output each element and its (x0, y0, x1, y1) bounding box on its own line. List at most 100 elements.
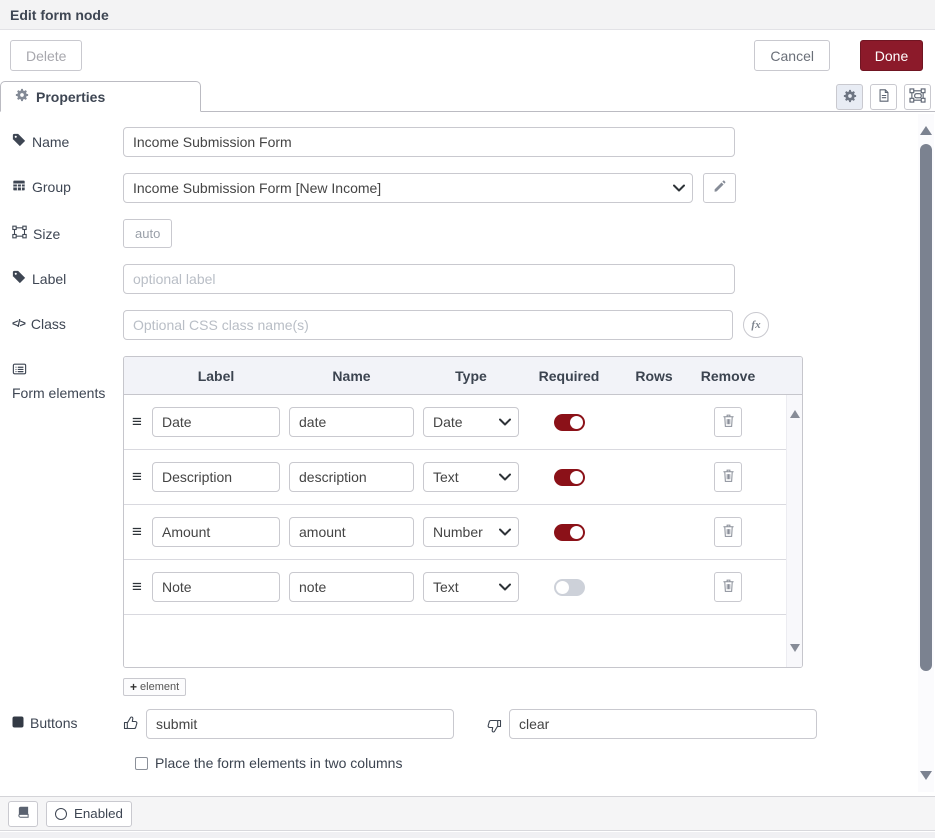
column-header-remove: Remove (689, 368, 767, 384)
enabled-toggle-button[interactable]: Enabled (46, 801, 132, 827)
submit-button-input[interactable] (146, 709, 454, 739)
element-name-input[interactable] (289, 572, 414, 602)
element-type-select[interactable]: Text (423, 462, 519, 492)
name-row: Name (12, 127, 935, 157)
class-input[interactable] (123, 310, 733, 340)
tab-properties-label: Properties (36, 89, 105, 105)
class-row: </> Class fx (12, 310, 935, 340)
clear-button-input[interactable] (509, 709, 817, 739)
two-columns-row: Place the form elements in two columns (135, 755, 935, 771)
trash-icon (722, 578, 735, 596)
trash-icon (722, 523, 735, 541)
dialog-content: Name Group Income Submission Form [New I… (0, 112, 935, 796)
name-input[interactable] (123, 127, 735, 157)
size-frame-icon (12, 225, 27, 242)
code-icon: </> (12, 318, 25, 330)
tab-properties[interactable]: Properties (0, 81, 201, 112)
size-label: Size (12, 219, 123, 242)
list-alt-icon (12, 362, 27, 379)
group-row: Group Income Submission Form [New Income… (12, 173, 935, 203)
drag-handle-icon[interactable]: ≡ (132, 522, 152, 542)
element-name-input[interactable] (289, 517, 414, 547)
element-label-input[interactable] (152, 407, 280, 437)
elements-rows: ≡ Date ≡ Text ≡ Number ≡ Text (124, 395, 786, 667)
tag-icon (12, 270, 26, 287)
node-help-button[interactable] (8, 801, 38, 827)
drag-handle-icon[interactable]: ≡ (132, 467, 152, 487)
fx-expand-button[interactable]: fx (743, 312, 769, 338)
appearance-tab-button[interactable] (904, 84, 931, 110)
required-toggle[interactable] (554, 579, 585, 596)
pencil-icon (713, 180, 726, 196)
scroll-up-icon[interactable] (790, 410, 800, 418)
delete-element-button[interactable] (714, 407, 742, 437)
done-button[interactable]: Done (860, 40, 923, 71)
cancel-button[interactable]: Cancel (754, 40, 830, 71)
scrollbar-thumb[interactable] (920, 144, 932, 671)
element-label-input[interactable] (152, 572, 280, 602)
dialog-bottom-edge (0, 832, 935, 838)
elements-table-body: ≡ Date ≡ Text ≡ Number ≡ Text (124, 395, 802, 667)
required-toggle[interactable] (554, 524, 585, 541)
element-type-select[interactable]: Number (423, 517, 519, 547)
scroll-down-icon[interactable] (790, 644, 800, 652)
enabled-label: Enabled (74, 806, 123, 821)
tab-bar: Properties (0, 82, 935, 112)
elements-table: Label Name Type Required Rows Remove ≡ Da… (123, 356, 803, 668)
element-label-input[interactable] (152, 517, 280, 547)
element-type-select[interactable]: Text (423, 572, 519, 602)
delete-element-button[interactable] (714, 517, 742, 547)
group-select[interactable]: Income Submission Form [New Income] (123, 173, 693, 203)
element-row: ≡ Date (124, 395, 786, 450)
scroll-up-icon[interactable] (920, 126, 932, 135)
required-toggle[interactable] (554, 469, 585, 486)
label-label: Label (12, 264, 123, 287)
footer-bar: Enabled (0, 796, 935, 831)
element-row: ≡ Text (124, 560, 786, 615)
add-element-button[interactable]: + element (123, 678, 186, 696)
square-icon (12, 715, 24, 731)
element-name-input[interactable] (289, 462, 414, 492)
description-tab-button[interactable] (870, 84, 897, 110)
table-icon (12, 179, 26, 195)
edit-group-button[interactable] (703, 173, 736, 203)
column-header-required: Required (519, 368, 619, 384)
delete-element-button[interactable] (714, 462, 742, 492)
form-elements-label: Form elements (12, 356, 123, 401)
element-type-select[interactable]: Date (423, 407, 519, 437)
drag-handle-icon[interactable]: ≡ (132, 577, 152, 597)
two-columns-checkbox[interactable] (135, 757, 148, 770)
column-header-name: Name (289, 368, 414, 384)
main-scrollbar[interactable] (918, 114, 934, 792)
element-label-input[interactable] (152, 462, 280, 492)
element-name-input[interactable] (289, 407, 414, 437)
enabled-state-icon (55, 808, 67, 820)
class-label: </> Class (12, 310, 123, 332)
label-input[interactable] (123, 264, 735, 294)
dialog-header: Edit form node (0, 0, 935, 30)
plus-icon: + (130, 680, 137, 694)
delete-button[interactable]: Delete (10, 40, 82, 71)
size-row: Size auto (12, 219, 935, 248)
thumbs-down-icon (486, 715, 502, 734)
buttons-row: Buttons (12, 709, 935, 739)
properties-tab-button[interactable] (836, 84, 863, 110)
column-header-label: Label (152, 368, 280, 384)
drag-handle-icon[interactable]: ≡ (132, 412, 152, 432)
elements-scrollbar[interactable] (786, 395, 802, 667)
group-label: Group (12, 173, 123, 195)
delete-element-button[interactable] (714, 572, 742, 602)
dialog-title: Edit form node (0, 0, 935, 23)
document-icon (877, 88, 891, 106)
trash-icon (722, 468, 735, 486)
thumbs-up-icon (123, 715, 139, 734)
tag-icon (12, 133, 26, 150)
required-toggle[interactable] (554, 414, 585, 431)
column-header-type: Type (423, 368, 519, 384)
elements-table-header: Label Name Type Required Rows Remove (124, 357, 802, 395)
size-auto-button[interactable]: auto (123, 219, 172, 248)
buttons-label: Buttons (12, 709, 123, 731)
book-icon (17, 805, 30, 822)
scroll-down-icon[interactable] (920, 771, 932, 780)
name-label: Name (12, 127, 123, 150)
